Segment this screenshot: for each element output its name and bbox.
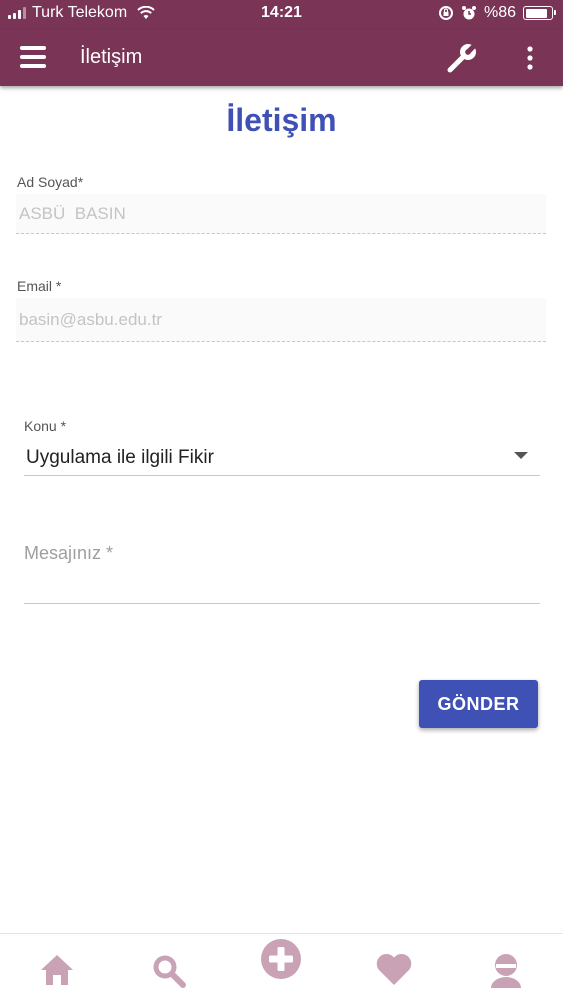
alarm-icon — [461, 6, 476, 20]
menu-icon[interactable] — [20, 46, 46, 68]
nav-home[interactable] — [40, 954, 74, 986]
nav-search[interactable] — [152, 954, 186, 988]
subject-label: Konu * — [24, 418, 67, 434]
subject-select[interactable]: Uygulama ile ilgili Fikir — [24, 440, 540, 476]
nav-profile[interactable] — [489, 952, 523, 988]
app-bar: İletişim — [0, 30, 563, 86]
email-label: Email * — [17, 278, 62, 294]
app-bar-title: İletişim — [80, 46, 143, 68]
wrench-icon[interactable] — [446, 42, 480, 76]
chevron-down-icon — [514, 452, 528, 459]
add-icon — [261, 939, 301, 979]
battery-percent: %86 — [483, 4, 516, 21]
email-field[interactable] — [16, 298, 546, 342]
favorite-icon — [376, 953, 412, 985]
name-field[interactable] — [16, 194, 546, 234]
battery-icon — [523, 6, 556, 20]
nav-favorites[interactable] — [375, 952, 413, 986]
nav-add[interactable] — [260, 938, 302, 980]
rotation-lock-icon — [438, 6, 453, 20]
send-button[interactable]: GÖNDER — [419, 680, 538, 728]
message-placeholder: Mesajınız * — [24, 543, 114, 563]
profile-icon — [491, 954, 521, 988]
subject-select-value: Uygulama ile ilgili Fikir — [26, 447, 214, 468]
message-field[interactable]: Mesajınız * — [24, 530, 540, 604]
page-title: İletişim — [226, 102, 337, 138]
status-bar: Turk Telekom 14:21 %86 — [0, 0, 563, 30]
name-label: Ad Soyad* — [17, 174, 84, 190]
more-vert-icon[interactable] — [520, 44, 540, 74]
search-icon — [153, 955, 186, 988]
status-right: %86 — [438, 4, 556, 22]
home-icon — [41, 955, 73, 985]
bottom-nav — [0, 933, 563, 1000]
